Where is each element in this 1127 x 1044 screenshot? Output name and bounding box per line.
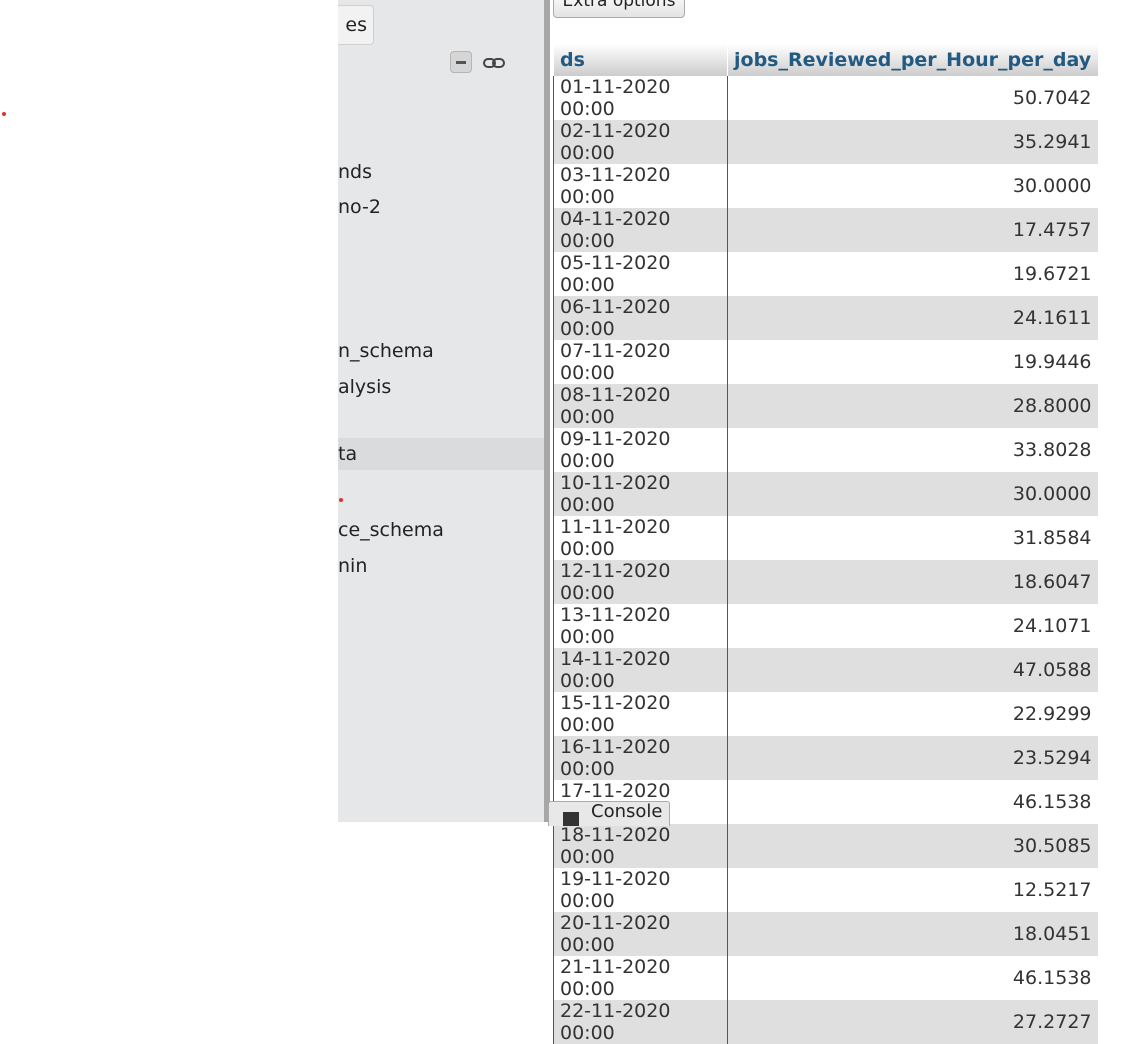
cell-jobs-reviewed[interactable]: 12.5217 xyxy=(727,868,1098,912)
cell-ds[interactable]: 11-11-2020 00:00 xyxy=(553,516,728,560)
cell-jobs-reviewed[interactable]: 19.9446 xyxy=(727,340,1098,384)
cell-ds[interactable]: 07-11-2020 00:00 xyxy=(553,340,728,384)
table-row[interactable]: 12-11-2020 00:00 18.6047 xyxy=(553,560,1098,604)
cell-ds[interactable]: 02-11-2020 00:00 xyxy=(553,120,728,164)
table-row[interactable]: 18-11-2020 00:00 30.5085 xyxy=(553,824,1098,868)
cell-jobs-reviewed[interactable]: 19.6721 xyxy=(727,252,1098,296)
table-row[interactable]: 09-11-2020 00:00 33.8028 xyxy=(553,428,1098,472)
cell-jobs-reviewed[interactable]: 18.6047 xyxy=(727,560,1098,604)
nav-db-item[interactable]: alysis xyxy=(338,371,544,403)
cell-jobs-reviewed[interactable]: 18.0451 xyxy=(727,912,1098,956)
results-table: ds jobs_Reviewed_per_Hour_per_day 01-11-… xyxy=(553,44,1098,1044)
link-icon[interactable] xyxy=(483,56,505,70)
cell-ds[interactable]: 20-11-2020 00:00 xyxy=(553,912,728,956)
blank-area xyxy=(0,0,338,822)
cell-ds[interactable]: 01-11-2020 00:00 xyxy=(553,76,728,120)
nav-db-item[interactable]: n_schema xyxy=(338,335,544,367)
red-marker-dot xyxy=(339,498,343,502)
table-row[interactable]: 15-11-2020 00:00 22.9299 xyxy=(553,692,1098,736)
column-header-jobs-reviewed[interactable]: jobs_Reviewed_per_Hour_per_day xyxy=(727,44,1098,76)
cell-jobs-reviewed[interactable]: 27.2727 xyxy=(727,1000,1098,1044)
nav-tab-button[interactable]: es xyxy=(338,5,374,45)
table-row[interactable]: 05-11-2020 00:00 19.6721 xyxy=(553,252,1098,296)
cell-jobs-reviewed[interactable]: 24.1071 xyxy=(727,604,1098,648)
cell-ds[interactable]: 16-11-2020 00:00 xyxy=(553,736,728,780)
cell-ds[interactable]: 21-11-2020 00:00 xyxy=(553,956,728,1000)
cell-jobs-reviewed[interactable]: 35.2941 xyxy=(727,120,1098,164)
cell-jobs-reviewed[interactable]: 46.1538 xyxy=(727,780,1098,824)
cell-jobs-reviewed[interactable]: 30.0000 xyxy=(727,472,1098,516)
cell-ds[interactable]: 10-11-2020 00:00 xyxy=(553,472,728,516)
extra-options-button[interactable]: Extra options xyxy=(553,0,685,18)
column-header-ds[interactable]: ds xyxy=(553,44,728,76)
cell-ds[interactable]: 13-11-2020 00:00 xyxy=(553,604,728,648)
cell-ds[interactable]: 22-11-2020 00:00 xyxy=(553,1000,728,1044)
table-row[interactable]: 07-11-2020 00:00 19.9446 xyxy=(553,340,1098,384)
nav-db-item[interactable]: no-2 xyxy=(338,191,544,223)
table-row[interactable]: 10-11-2020 00:00 30.0000 xyxy=(553,472,1098,516)
cell-ds[interactable]: 06-11-2020 00:00 xyxy=(553,296,728,340)
cell-jobs-reviewed[interactable]: 30.0000 xyxy=(727,164,1098,208)
cell-ds[interactable]: 12-11-2020 00:00 xyxy=(553,560,728,604)
console-icon xyxy=(563,812,579,826)
console-label: Console xyxy=(591,801,663,822)
table-row[interactable]: 01-11-2020 00:00 50.7042 xyxy=(553,76,1098,120)
cell-ds[interactable]: 18-11-2020 00:00 xyxy=(553,824,728,868)
cell-ds[interactable]: 09-11-2020 00:00 xyxy=(553,428,728,472)
console-tab[interactable]: Console xyxy=(548,801,670,826)
red-marker-dot xyxy=(2,112,6,116)
nav-db-item[interactable]: nds xyxy=(338,156,544,188)
cell-jobs-reviewed[interactable]: 28.8000 xyxy=(727,384,1098,428)
table-header-row: ds jobs_Reviewed_per_Hour_per_day xyxy=(553,44,1098,76)
panel-splitter[interactable] xyxy=(544,0,550,822)
navigation-panel: es nds no-2 n_schema alysis ta ce_schema… xyxy=(338,0,544,822)
cell-jobs-reviewed[interactable]: 17.4757 xyxy=(727,208,1098,252)
cell-jobs-reviewed[interactable]: 50.7042 xyxy=(727,76,1098,120)
collapse-all-icon[interactable] xyxy=(450,51,472,73)
cell-ds[interactable]: 03-11-2020 00:00 xyxy=(553,164,728,208)
table-row[interactable]: 14-11-2020 00:00 47.0588 xyxy=(553,648,1098,692)
cell-ds[interactable]: 14-11-2020 00:00 xyxy=(553,648,728,692)
cell-ds[interactable]: 08-11-2020 00:00 xyxy=(553,384,728,428)
table-row[interactable]: 11-11-2020 00:00 31.8584 xyxy=(553,516,1098,560)
table-row[interactable]: 21-11-2020 00:00 46.1538 xyxy=(553,956,1098,1000)
cell-ds[interactable]: 19-11-2020 00:00 xyxy=(553,868,728,912)
table-row[interactable]: 08-11-2020 00:00 28.8000 xyxy=(553,384,1098,428)
cell-jobs-reviewed[interactable]: 30.5085 xyxy=(727,824,1098,868)
table-row[interactable]: 22-11-2020 00:00 27.2727 xyxy=(553,1000,1098,1044)
table-row[interactable]: 16-11-2020 00:00 23.5294 xyxy=(553,736,1098,780)
table-row[interactable]: 13-11-2020 00:00 24.1071 xyxy=(553,604,1098,648)
cell-jobs-reviewed[interactable]: 24.1611 xyxy=(727,296,1098,340)
cell-jobs-reviewed[interactable]: 22.9299 xyxy=(727,692,1098,736)
nav-db-item-active[interactable]: ta xyxy=(338,438,544,470)
table-row[interactable]: 02-11-2020 00:00 35.2941 xyxy=(553,120,1098,164)
table-row[interactable]: 06-11-2020 00:00 24.1611 xyxy=(553,296,1098,340)
cell-ds[interactable]: 15-11-2020 00:00 xyxy=(553,692,728,736)
cell-jobs-reviewed[interactable]: 47.0588 xyxy=(727,648,1098,692)
nav-db-item[interactable]: nin xyxy=(338,550,544,582)
table-row[interactable]: 03-11-2020 00:00 30.0000 xyxy=(553,164,1098,208)
cell-ds[interactable]: 05-11-2020 00:00 xyxy=(553,252,728,296)
cell-ds[interactable]: 04-11-2020 00:00 xyxy=(553,208,728,252)
cell-jobs-reviewed[interactable]: 46.1538 xyxy=(727,956,1098,1000)
table-row[interactable]: 19-11-2020 00:00 12.5217 xyxy=(553,868,1098,912)
cell-jobs-reviewed[interactable]: 23.5294 xyxy=(727,736,1098,780)
nav-db-item[interactable]: ce_schema xyxy=(338,514,544,546)
cell-jobs-reviewed[interactable]: 33.8028 xyxy=(727,428,1098,472)
results-body: 01-11-2020 00:00 50.7042 02-11-2020 00:00 3… xyxy=(553,76,1098,1044)
cell-jobs-reviewed[interactable]: 31.8584 xyxy=(727,516,1098,560)
table-row[interactable]: 04-11-2020 00:00 17.4757 xyxy=(553,208,1098,252)
table-row[interactable]: 20-11-2020 00:00 18.0451 xyxy=(553,912,1098,956)
